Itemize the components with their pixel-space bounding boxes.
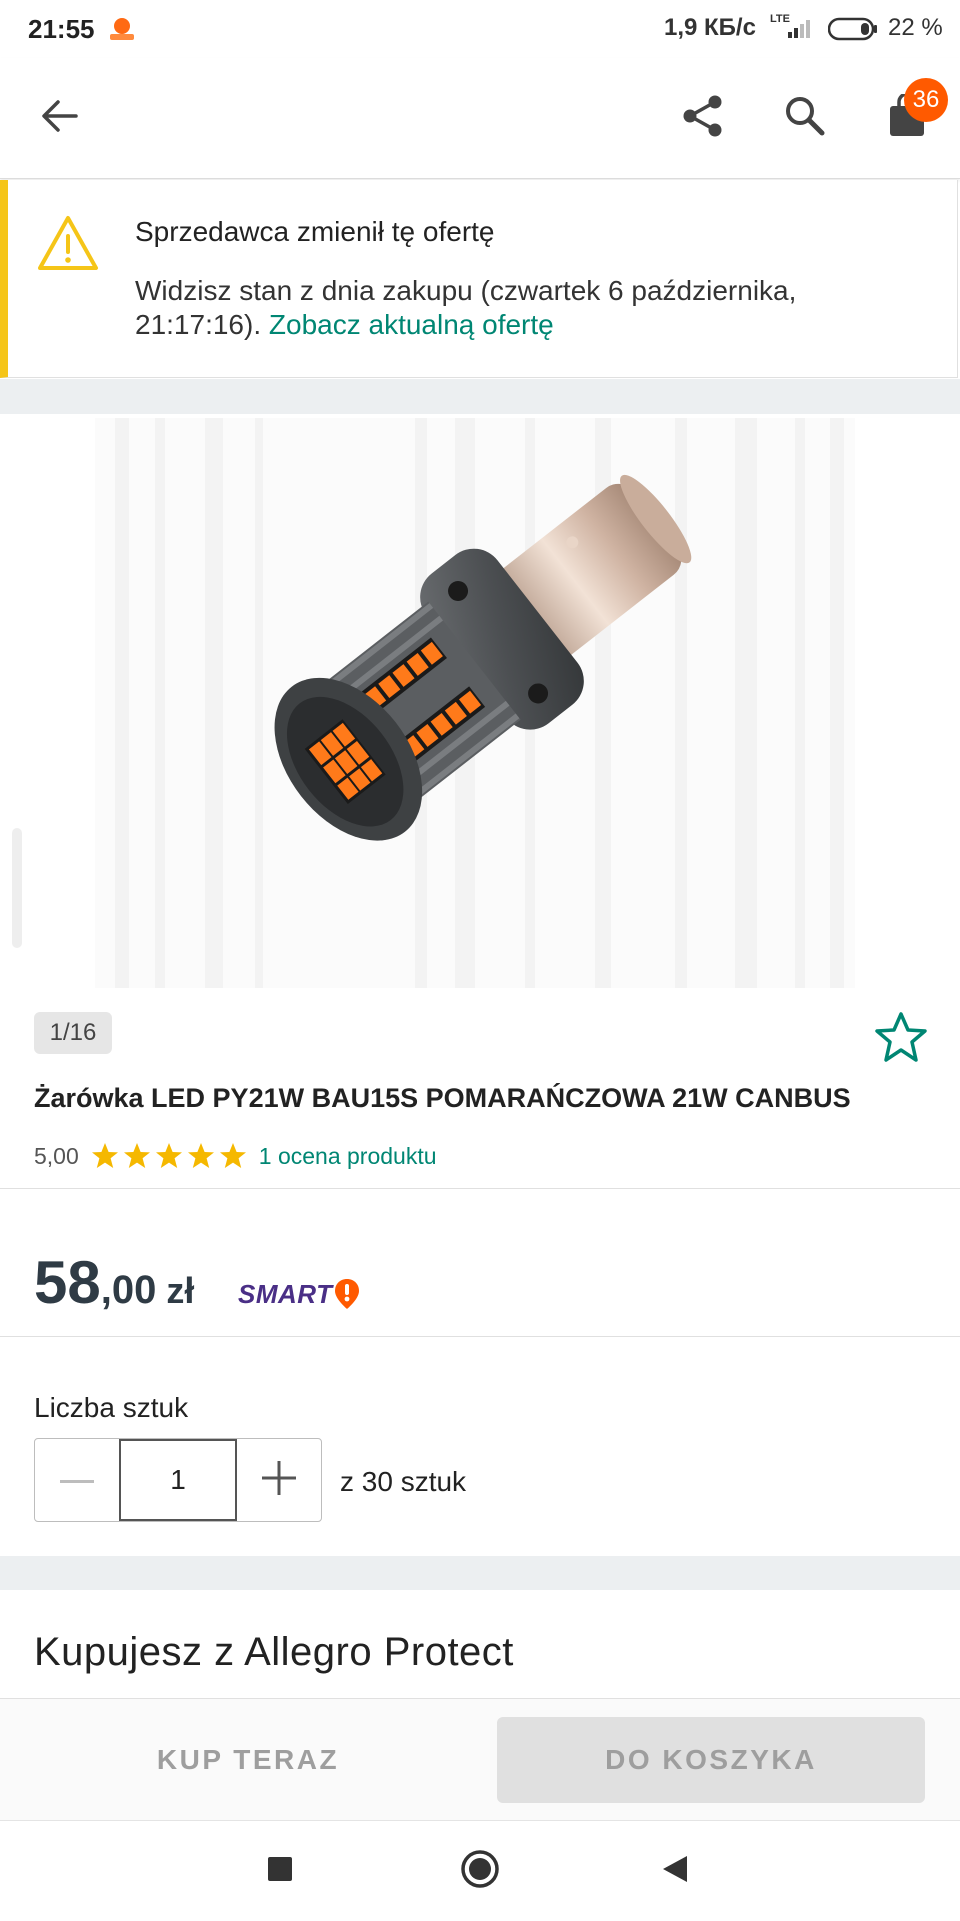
triangle-back-icon <box>661 1854 689 1889</box>
product-image[interactable] <box>230 440 790 940</box>
star-icon <box>219 1143 246 1168</box>
cart-count-badge: 36 <box>904 78 948 122</box>
notification-app-icon <box>108 16 136 42</box>
smart-mark-icon <box>335 1279 360 1309</box>
current-offer-link[interactable]: Zobacz aktualną ofertę <box>269 309 554 340</box>
rating-stars <box>91 1142 247 1170</box>
notice-title: Sprzedawca zmienił tę ofertę <box>135 216 495 247</box>
star-outline-icon <box>872 1012 930 1070</box>
recent-apps-button[interactable] <box>255 1846 305 1896</box>
search-button[interactable] <box>770 90 840 146</box>
quantity-label: Liczba sztuk <box>34 1392 189 1423</box>
gallery-page-counter: 1/16 <box>34 1012 112 1054</box>
decrease-quantity-button[interactable] <box>35 1439 119 1521</box>
product-title: Żarówka LED PY21W BAU15S POMARAŃCZOWA 21… <box>34 1083 851 1113</box>
square-icon <box>267 1856 293 1887</box>
star-icon <box>187 1143 214 1168</box>
share-button[interactable] <box>668 90 738 146</box>
section-divider <box>0 379 960 414</box>
star-icon <box>91 1143 118 1168</box>
network-speed: 1,9 КБ/с <box>664 14 756 41</box>
divider <box>0 1336 960 1337</box>
divider <box>0 1188 960 1189</box>
status-bar <box>0 0 960 58</box>
warning-icon <box>36 214 100 274</box>
notice-body: Widzisz stan z dnia zakupu (czwartek 6 p… <box>135 274 915 342</box>
add-to-cart-button[interactable]: DO KOSZYKA <box>497 1717 925 1803</box>
smart-badge[interactable]: SMART <box>238 1276 360 1312</box>
quantity-input[interactable] <box>119 1439 237 1521</box>
price-currency: zł <box>166 1270 195 1311</box>
reviews-link[interactable]: 1 ocena produktu <box>259 1143 437 1170</box>
app-bar <box>0 58 960 179</box>
arrow-left-icon <box>40 98 80 139</box>
favorite-button[interactable] <box>872 1010 930 1066</box>
back-nav-button[interactable] <box>650 1846 700 1896</box>
share-icon <box>681 94 725 143</box>
allegro-protect-heading: Kupujesz z Allegro Protect <box>34 1630 514 1674</box>
circle-icon <box>460 1849 500 1894</box>
gallery-scroll-indicator <box>12 828 22 948</box>
signal-icon <box>784 16 814 40</box>
increase-quantity-button[interactable] <box>237 1439 321 1521</box>
rating-value: 5,00 <box>34 1142 79 1169</box>
back-button[interactable] <box>24 90 96 146</box>
plus-icon <box>262 1460 296 1500</box>
smart-label: SMART <box>238 1278 333 1309</box>
buy-now-button[interactable]: KUP TERAZ <box>0 1700 496 1820</box>
minus-icon <box>60 1471 94 1489</box>
price-integer: 58 <box>34 1249 101 1316</box>
star-icon <box>155 1143 182 1168</box>
search-icon <box>784 95 826 142</box>
stock-available: z 30 sztuk <box>340 1466 467 1497</box>
section-divider <box>0 1556 960 1590</box>
home-button[interactable] <box>455 1846 505 1896</box>
battery-percent: 22 % <box>888 14 943 41</box>
quantity-stepper <box>34 1438 322 1522</box>
status-time: 21:55 <box>28 14 95 44</box>
price-decimal: ,00 <box>100 1268 157 1312</box>
star-icon <box>123 1143 150 1168</box>
rating-row: 5,00 1 ocena produktu <box>34 1140 437 1172</box>
battery-icon <box>827 17 878 41</box>
price: 58 ,00 zł <box>34 1248 194 1324</box>
